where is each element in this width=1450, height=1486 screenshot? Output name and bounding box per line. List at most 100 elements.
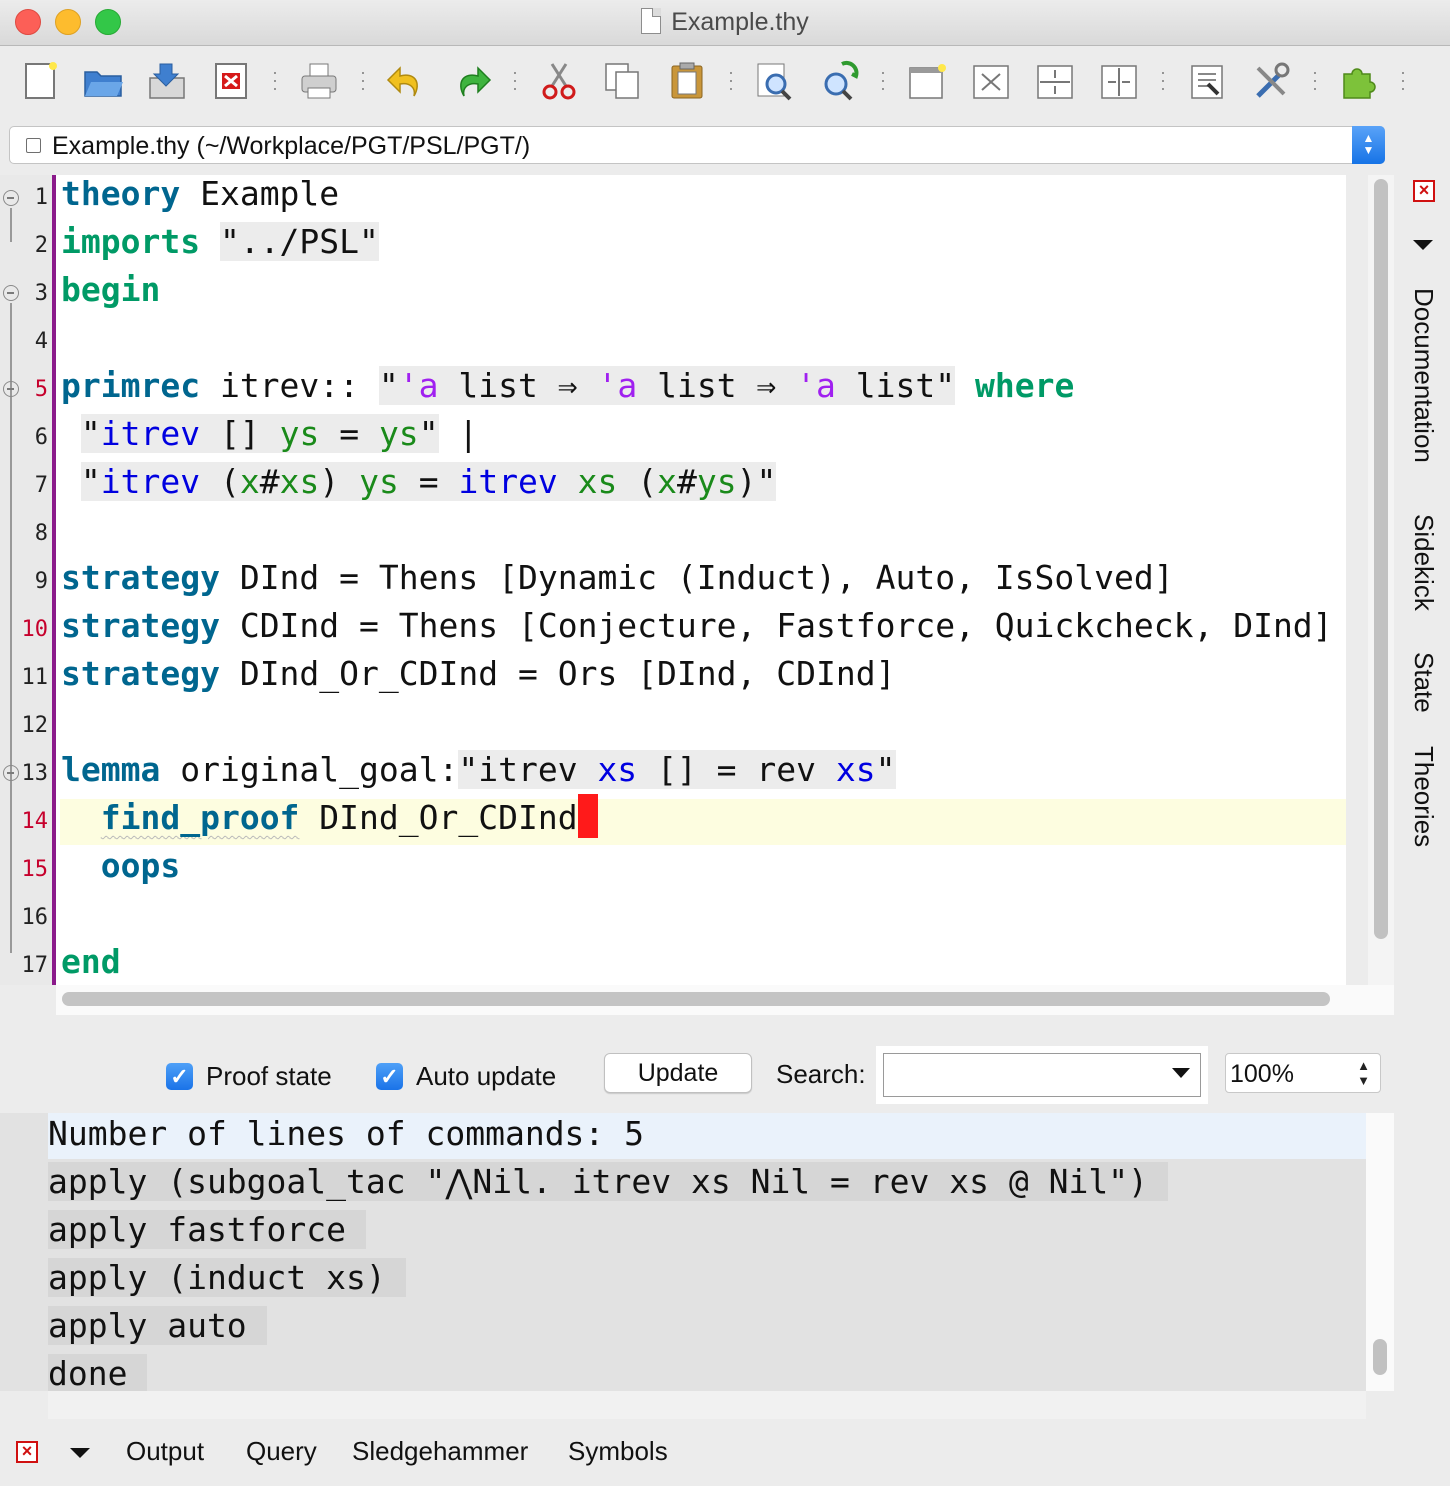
scroll-thumb[interactable] — [62, 992, 1330, 1006]
find-replace-icon[interactable] — [816, 58, 862, 104]
search-label: Search: — [776, 1059, 866, 1089]
line-number: 11 — [21, 665, 49, 690]
toolbar-separator: · · · — [880, 62, 886, 98]
fold-marker[interactable] — [3, 190, 19, 206]
auto-update-label: Auto update — [416, 1061, 557, 1091]
split-horizontal-icon[interactable] — [1032, 58, 1078, 104]
line-number-gutter: 1 2 3 4 5 6 7 8 9 10 11 12 13 14 15 16 1… — [0, 175, 52, 985]
output-vertical-scrollbar[interactable] — [1366, 1113, 1394, 1391]
code-line-11: strategy DInd_Or_CDInd = Ors [DInd, CDIn… — [61, 654, 896, 693]
zoom-spinner[interactable]: 100% ▲ ▼ — [1225, 1053, 1381, 1093]
new-view-icon[interactable] — [904, 58, 950, 104]
scroll-thumb[interactable] — [1373, 1339, 1387, 1375]
code-line-13: lemma original_goal:"itrev xs [] = rev x… — [61, 750, 896, 789]
line-number: 4 — [34, 329, 48, 354]
unsplit-icon[interactable] — [968, 58, 1014, 104]
fold-line — [10, 783, 12, 873]
line-number: 12 — [21, 713, 49, 738]
close-dock-icon[interactable]: × — [1413, 180, 1435, 202]
copy-icon[interactable] — [600, 58, 646, 104]
output-line: apply (induct xs) — [48, 1254, 406, 1302]
cut-icon[interactable] — [536, 58, 582, 104]
line-number: 2 — [34, 233, 48, 258]
output-horizontal-scrollbar[interactable] — [48, 1391, 1366, 1419]
buffer-dropdown-stepper[interactable]: ▲ ▼ — [1352, 126, 1385, 164]
toolbar-separator: · · · — [1160, 62, 1166, 98]
toolbar-separator: · · · — [272, 62, 278, 98]
fold-line — [10, 208, 12, 242]
update-button[interactable]: Update — [604, 1053, 752, 1093]
tab-theories[interactable]: Theories — [1408, 746, 1439, 847]
equation-string: "itrev [] ys = ys" — [80, 414, 439, 453]
split-vertical-icon[interactable] — [1096, 58, 1142, 104]
scroll-thumb[interactable] — [1374, 179, 1388, 939]
tab-sidekick[interactable]: Sidekick — [1408, 514, 1439, 611]
save-file-icon[interactable] — [144, 58, 190, 104]
undo-icon[interactable] — [382, 58, 428, 104]
toolbar-separator: · · · — [1400, 62, 1406, 98]
fold-marker[interactable] — [3, 765, 19, 781]
settings-icon[interactable] — [1184, 58, 1230, 104]
editor-vertical-scrollbar[interactable] — [1368, 175, 1394, 985]
new-file-icon[interactable] — [18, 58, 64, 104]
line-number: 5 — [34, 377, 48, 402]
print-icon[interactable] — [296, 58, 342, 104]
line-number: 14 — [21, 809, 49, 834]
zoom-value[interactable]: 100% — [1230, 1060, 1294, 1089]
code-line-10: strategy CDInd = Thens [Conjecture, Fast… — [61, 606, 1333, 645]
code-line-6: "itrev [] ys = ys" | — [80, 414, 479, 453]
redo-icon[interactable] — [450, 58, 496, 104]
search-wrap — [876, 1046, 1208, 1104]
output-line: apply (subgoal_tac "⋀Nil. itrev xs Nil =… — [48, 1158, 1168, 1206]
text-cursor — [577, 794, 598, 838]
tools-icon[interactable] — [1248, 58, 1294, 104]
open-file-icon[interactable] — [80, 58, 126, 104]
proof-state-label: Proof state — [206, 1061, 332, 1091]
toolbar-separator: · · · — [360, 62, 366, 98]
toolbar-separator: · · · — [512, 62, 518, 98]
code-line-15: oops — [100, 846, 181, 885]
chevron-down-icon[interactable] — [1172, 1068, 1190, 1078]
fold-marker[interactable] — [3, 381, 19, 397]
tab-state[interactable]: State — [1408, 652, 1439, 713]
goal-string: "itrev xs [] = rev xs" — [458, 750, 896, 789]
equation-string: "itrev (x#xs) ys = itrev xs (x#ys)" — [80, 462, 777, 501]
fold-marker[interactable] — [3, 285, 19, 301]
bottom-dock: × Output Query Sledgehammer Symbols — [0, 1420, 1450, 1486]
paste-icon[interactable] — [664, 58, 710, 104]
plugins-icon[interactable] — [1336, 58, 1382, 104]
window-title: Example.thy — [671, 8, 809, 36]
close-file-icon[interactable] — [208, 58, 254, 104]
buffer-label: Example.thy (~/Workplace/PGT/PSL/PGT/) — [52, 132, 531, 160]
zoom-stepper-icon[interactable]: ▲ ▼ — [1357, 1058, 1370, 1088]
toolbar-separator: · · · — [728, 62, 734, 98]
find-icon[interactable] — [752, 58, 798, 104]
auto-update-checkbox[interactable]: ✓ — [376, 1063, 403, 1090]
line-number: 8 — [34, 521, 48, 546]
document-icon — [641, 8, 662, 34]
tab-documentation[interactable]: Documentation — [1408, 288, 1439, 463]
code-line-5: primrec itrev:: "'a list ⇒ 'a list ⇒ 'a … — [61, 366, 1075, 405]
dock-menu-icon[interactable] — [1413, 240, 1433, 250]
search-combo[interactable] — [883, 1053, 1201, 1097]
buffer-switcher[interactable]: Example.thy (~/Workplace/PGT/PSL/PGT/) ▲… — [9, 126, 1385, 164]
dock-menu-icon[interactable] — [70, 1448, 90, 1458]
tab-symbols[interactable]: Symbols — [568, 1436, 668, 1467]
line-number: 15 — [21, 857, 49, 882]
tab-sledgehammer[interactable]: Sledgehammer — [352, 1436, 528, 1467]
code-line-17: end — [61, 942, 121, 981]
tab-output[interactable]: Output — [126, 1436, 204, 1467]
line-number: 1 — [34, 185, 48, 210]
tab-query[interactable]: Query — [246, 1436, 317, 1467]
proof-state-checkbox[interactable]: ✓ — [166, 1063, 193, 1090]
line-number: 9 — [34, 569, 48, 594]
editor-horizontal-scrollbar[interactable] — [56, 985, 1394, 1015]
line-number: 7 — [34, 473, 48, 498]
output-line: apply fastforce — [48, 1206, 367, 1254]
code-line-14: find_proof DInd_Or_CDInd — [61, 794, 598, 842]
line-number: 10 — [21, 617, 49, 642]
code-line-2: imports "../PSL" — [61, 222, 379, 261]
buffer-unmodified-indicator — [26, 138, 41, 153]
code-line-7: "itrev (x#xs) ys = itrev xs (x#ys)" — [61, 458, 777, 506]
close-dock-icon[interactable]: × — [16, 1441, 38, 1463]
